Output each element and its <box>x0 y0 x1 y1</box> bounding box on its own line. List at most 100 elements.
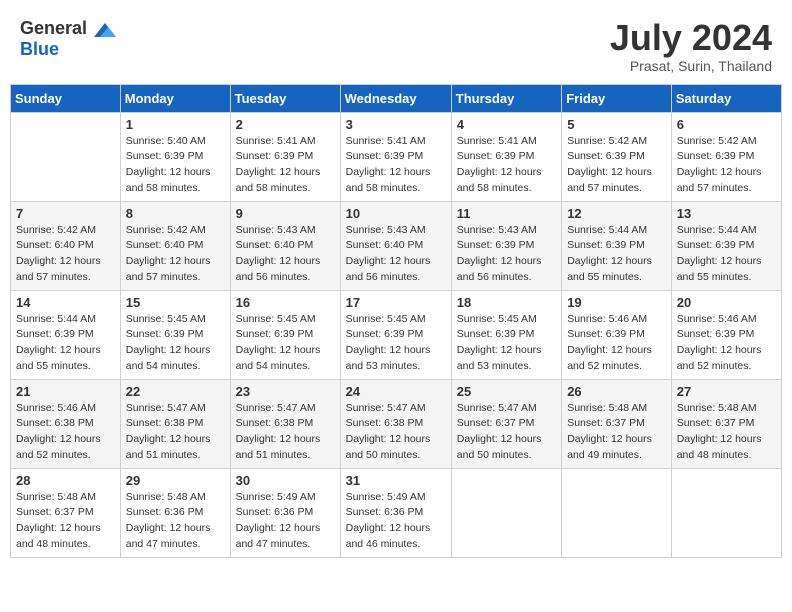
calendar-cell: 25 Sunrise: 5:47 AM Sunset: 6:37 PM Dayli… <box>451 379 561 468</box>
calendar-cell: 29 Sunrise: 5:48 AM Sunset: 6:36 PM Dayli… <box>120 468 230 557</box>
calendar-week-row: 28 Sunrise: 5:48 AM Sunset: 6:37 PM Dayli… <box>11 468 782 557</box>
day-info: Sunrise: 5:42 AM Sunset: 6:40 PM Dayligh… <box>126 223 225 286</box>
weekday-header: Monday <box>120 84 230 112</box>
day-info: Sunrise: 5:41 AM Sunset: 6:39 PM Dayligh… <box>346 134 446 197</box>
calendar-cell <box>451 468 561 557</box>
day-number: 13 <box>677 206 776 221</box>
day-number: 22 <box>126 384 225 399</box>
calendar-cell: 16Sunrise: 5:45 AM Sunset: 6:39 PM Dayli… <box>230 290 340 379</box>
calendar-cell: 11 Sunrise: 5:43 AM Sunset: 6:39 PM Dayli… <box>451 201 561 290</box>
day-info: Sunrise: 5:48 AM Sunset: 6:37 PM Dayligh… <box>16 490 115 553</box>
day-info: Sunrise: 5:44 AM Sunset: 6:39 PM Dayligh… <box>677 223 776 286</box>
day-number: 7 <box>16 206 115 221</box>
day-number: 11 <box>457 206 556 221</box>
day-number: 8 <box>126 206 225 221</box>
day-number: 21 <box>16 384 115 399</box>
weekday-header: Wednesday <box>340 84 451 112</box>
calendar-cell: 23Sunrise: 5:47 AM Sunset: 6:38 PM Dayli… <box>230 379 340 468</box>
day-number: 2 <box>236 117 335 132</box>
calendar-cell: 27 Sunrise: 5:48 AM Sunset: 6:37 PM Dayli… <box>671 379 781 468</box>
day-info: Sunrise: 5:41 AM Sunset: 6:39 PM Dayligh… <box>236 134 335 197</box>
calendar-cell: 12Sunrise: 5:44 AM Sunset: 6:39 PM Dayli… <box>562 201 672 290</box>
day-info: Sunrise: 5:46 AM Sunset: 6:38 PM Dayligh… <box>16 401 115 464</box>
logo-text-general: General <box>20 18 87 38</box>
calendar-header-row: SundayMondayTuesdayWednesdayThursdayFrid… <box>11 84 782 112</box>
weekday-header: Friday <box>562 84 672 112</box>
day-number: 29 <box>126 473 225 488</box>
calendar-cell: 7 Sunrise: 5:42 AM Sunset: 6:40 PM Daylig… <box>11 201 121 290</box>
day-info: Sunrise: 5:40 AM Sunset: 6:39 PM Dayligh… <box>126 134 225 197</box>
day-number: 15 <box>126 295 225 310</box>
location: Prasat, Surin, Thailand <box>610 58 772 74</box>
calendar-cell: 13 Sunrise: 5:44 AM Sunset: 6:39 PM Dayli… <box>671 201 781 290</box>
day-info: Sunrise: 5:44 AM Sunset: 6:39 PM Dayligh… <box>16 312 115 375</box>
day-info: Sunrise: 5:48 AM Sunset: 6:37 PM Dayligh… <box>567 401 666 464</box>
weekday-header: Saturday <box>671 84 781 112</box>
calendar-cell: 5 Sunrise: 5:42 AM Sunset: 6:39 PM Daylig… <box>562 112 672 201</box>
day-number: 25 <box>457 384 556 399</box>
calendar-cell: 31Sunrise: 5:49 AM Sunset: 6:36 PM Dayli… <box>340 468 451 557</box>
calendar-cell: 24 Sunrise: 5:47 AM Sunset: 6:38 PM Dayli… <box>340 379 451 468</box>
day-info: Sunrise: 5:47 AM Sunset: 6:38 PM Dayligh… <box>126 401 225 464</box>
day-info: Sunrise: 5:45 AM Sunset: 6:39 PM Dayligh… <box>457 312 556 375</box>
calendar-cell: 1 Sunrise: 5:40 AM Sunset: 6:39 PM Daylig… <box>120 112 230 201</box>
calendar-cell: 6Sunrise: 5:42 AM Sunset: 6:39 PM Daylig… <box>671 112 781 201</box>
day-info: Sunrise: 5:45 AM Sunset: 6:39 PM Dayligh… <box>126 312 225 375</box>
calendar-cell: 30Sunrise: 5:49 AM Sunset: 6:36 PM Dayli… <box>230 468 340 557</box>
day-info: Sunrise: 5:43 AM Sunset: 6:39 PM Dayligh… <box>457 223 556 286</box>
day-number: 1 <box>126 117 225 132</box>
day-info: Sunrise: 5:45 AM Sunset: 6:39 PM Dayligh… <box>346 312 446 375</box>
calendar-cell: 3 Sunrise: 5:41 AM Sunset: 6:39 PM Daylig… <box>340 112 451 201</box>
day-info: Sunrise: 5:48 AM Sunset: 6:37 PM Dayligh… <box>677 401 776 464</box>
day-number: 14 <box>16 295 115 310</box>
day-number: 18 <box>457 295 556 310</box>
day-info: Sunrise: 5:46 AM Sunset: 6:39 PM Dayligh… <box>677 312 776 375</box>
calendar-cell: 18 Sunrise: 5:45 AM Sunset: 6:39 PM Dayli… <box>451 290 561 379</box>
calendar-table: SundayMondayTuesdayWednesdayThursdayFrid… <box>10 84 782 558</box>
calendar-cell: 28 Sunrise: 5:48 AM Sunset: 6:37 PM Dayli… <box>11 468 121 557</box>
day-number: 9 <box>236 206 335 221</box>
day-number: 6 <box>677 117 776 132</box>
calendar-week-row: 7 Sunrise: 5:42 AM Sunset: 6:40 PM Daylig… <box>11 201 782 290</box>
weekday-header: Thursday <box>451 84 561 112</box>
day-number: 28 <box>16 473 115 488</box>
day-info: Sunrise: 5:45 AM Sunset: 6:39 PM Dayligh… <box>236 312 335 375</box>
day-number: 12 <box>567 206 666 221</box>
day-number: 24 <box>346 384 446 399</box>
day-info: Sunrise: 5:41 AM Sunset: 6:39 PM Dayligh… <box>457 134 556 197</box>
title-block: July 2024 Prasat, Surin, Thailand <box>610 18 772 74</box>
calendar-cell <box>562 468 672 557</box>
month-year: July 2024 <box>610 18 772 58</box>
day-info: Sunrise: 5:47 AM Sunset: 6:38 PM Dayligh… <box>236 401 335 464</box>
day-number: 30 <box>236 473 335 488</box>
calendar-cell: 10 Sunrise: 5:43 AM Sunset: 6:40 PM Dayli… <box>340 201 451 290</box>
day-number: 5 <box>567 117 666 132</box>
day-info: Sunrise: 5:42 AM Sunset: 6:39 PM Dayligh… <box>567 134 666 197</box>
calendar-cell: 21 Sunrise: 5:46 AM Sunset: 6:38 PM Dayli… <box>11 379 121 468</box>
calendar-cell: 8 Sunrise: 5:42 AM Sunset: 6:40 PM Daylig… <box>120 201 230 290</box>
calendar-week-row: 1 Sunrise: 5:40 AM Sunset: 6:39 PM Daylig… <box>11 112 782 201</box>
day-info: Sunrise: 5:48 AM Sunset: 6:36 PM Dayligh… <box>126 490 225 553</box>
day-number: 4 <box>457 117 556 132</box>
calendar-cell: 19 Sunrise: 5:46 AM Sunset: 6:39 PM Dayli… <box>562 290 672 379</box>
day-info: Sunrise: 5:43 AM Sunset: 6:40 PM Dayligh… <box>346 223 446 286</box>
calendar-cell: 22 Sunrise: 5:47 AM Sunset: 6:38 PM Dayli… <box>120 379 230 468</box>
day-number: 3 <box>346 117 446 132</box>
calendar-cell: 20 Sunrise: 5:46 AM Sunset: 6:39 PM Dayli… <box>671 290 781 379</box>
calendar-cell: 2 Sunrise: 5:41 AM Sunset: 6:39 PM Daylig… <box>230 112 340 201</box>
weekday-header: Sunday <box>11 84 121 112</box>
day-info: Sunrise: 5:42 AM Sunset: 6:40 PM Dayligh… <box>16 223 115 286</box>
day-number: 20 <box>677 295 776 310</box>
logo-text-blue: Blue <box>20 39 59 59</box>
day-number: 10 <box>346 206 446 221</box>
day-number: 19 <box>567 295 666 310</box>
calendar-week-row: 21 Sunrise: 5:46 AM Sunset: 6:38 PM Dayli… <box>11 379 782 468</box>
day-number: 17 <box>346 295 446 310</box>
calendar-week-row: 14 Sunrise: 5:44 AM Sunset: 6:39 PM Dayli… <box>11 290 782 379</box>
day-info: Sunrise: 5:47 AM Sunset: 6:37 PM Dayligh… <box>457 401 556 464</box>
logo-block: General Blue <box>20 18 118 60</box>
day-number: 27 <box>677 384 776 399</box>
calendar-cell: 17 Sunrise: 5:45 AM Sunset: 6:39 PM Dayli… <box>340 290 451 379</box>
day-info: Sunrise: 5:46 AM Sunset: 6:39 PM Dayligh… <box>567 312 666 375</box>
day-info: Sunrise: 5:47 AM Sunset: 6:38 PM Dayligh… <box>346 401 446 464</box>
